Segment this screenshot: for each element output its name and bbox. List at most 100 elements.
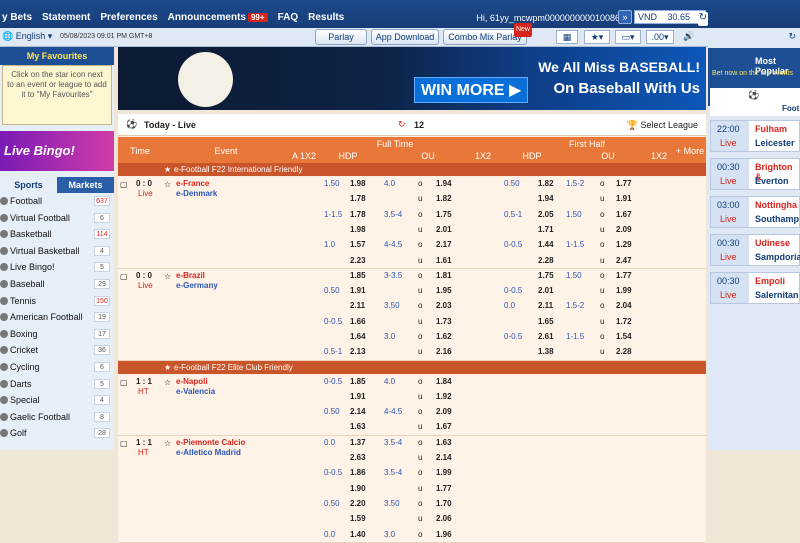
popular-game-card[interactable]: 00:30 Live Empoli Salernitan bbox=[710, 272, 800, 304]
menu-announcements[interactable]: Announcements 99+ bbox=[168, 12, 268, 23]
favourite-star-icon[interactable]: ☆ bbox=[164, 378, 171, 387]
combo-mix-parlay-button[interactable]: Combo Mix Parlay New bbox=[443, 23, 532, 45]
league-header[interactable]: ★ e-Football F22 International Friendly bbox=[118, 163, 706, 176]
odds-value[interactable]: 1.72 bbox=[616, 317, 632, 326]
odds-value[interactable]: 1.75 bbox=[436, 210, 452, 219]
win-more-button[interactable]: WIN MORE ▶ bbox=[414, 77, 529, 103]
odds-value[interactable]: 1.77 bbox=[616, 271, 632, 280]
sport-item[interactable]: Gaelic Football 8 bbox=[0, 409, 114, 426]
odds-value[interactable]: 1.77 bbox=[436, 484, 452, 493]
sport-item[interactable]: Live Bingo! 5 bbox=[0, 259, 114, 276]
odds-value[interactable]: 1.99 bbox=[616, 286, 632, 295]
odds-value[interactable]: 1.40 bbox=[350, 530, 366, 539]
odds-value[interactable]: 1.67 bbox=[436, 422, 452, 431]
menu-faq[interactable]: FAQ bbox=[278, 12, 299, 23]
odds-value[interactable]: 2.06 bbox=[436, 514, 452, 523]
odds-value[interactable]: 1.65 bbox=[538, 317, 554, 326]
sport-item[interactable]: Tennis 150 bbox=[0, 293, 114, 310]
odds-value[interactable]: 2.28 bbox=[616, 347, 632, 356]
odds-value[interactable]: 1.64 bbox=[350, 332, 366, 341]
favourite-checkbox[interactable]: ▢ bbox=[120, 378, 128, 387]
odds-value[interactable]: 2.28 bbox=[538, 256, 554, 265]
star-icon[interactable]: ★ bbox=[164, 361, 171, 374]
odds-value[interactable]: 1.62 bbox=[436, 332, 452, 341]
odds-value[interactable]: 1.73 bbox=[436, 317, 452, 326]
odds-value[interactable]: 2.13 bbox=[350, 347, 366, 356]
menu-my-bets[interactable]: y Bets bbox=[2, 12, 32, 23]
odds-value[interactable]: 1.98 bbox=[350, 179, 366, 188]
odds-value[interactable]: 1.70 bbox=[436, 499, 452, 508]
odds-value[interactable]: 1.96 bbox=[436, 530, 452, 539]
favourite-checkbox[interactable]: ▢ bbox=[120, 439, 128, 448]
refresh-icon-right[interactable]: ↻ bbox=[788, 31, 796, 42]
refresh-balance-icon[interactable]: ↻ bbox=[698, 12, 708, 26]
odds-value[interactable]: 1.61 bbox=[436, 256, 452, 265]
more-button[interactable]: + More bbox=[674, 146, 706, 156]
odds-value[interactable]: 1.78 bbox=[350, 210, 366, 219]
odds-value[interactable]: 1.99 bbox=[436, 468, 452, 477]
promo-banner[interactable]: We All Miss BASEBALL! WIN MORE ▶ On Base… bbox=[118, 47, 706, 110]
odds-value[interactable]: 1.77 bbox=[616, 179, 632, 188]
odds-value[interactable]: 2.09 bbox=[616, 225, 632, 234]
grid-icon[interactable]: ▦ bbox=[556, 30, 578, 44]
sport-item[interactable]: Virtual Football 6 bbox=[0, 210, 114, 227]
star-icon[interactable]: ★ bbox=[164, 163, 171, 176]
sport-item[interactable]: Boxing 17 bbox=[0, 326, 114, 343]
odds-value[interactable]: 1.59 bbox=[350, 514, 366, 523]
odds-value[interactable]: 2.16 bbox=[436, 347, 452, 356]
popular-game-card[interactable]: 03:00 Live Nottingha Southamp bbox=[710, 196, 800, 228]
odds-type-select[interactable]: .00▾ bbox=[646, 30, 674, 44]
odds-value[interactable]: 2.61 bbox=[538, 332, 554, 341]
live-bingo-banner[interactable]: Live Bingo! bbox=[0, 131, 114, 171]
odds-value[interactable]: 1.85 bbox=[350, 271, 366, 280]
favourite-star-icon[interactable]: ☆ bbox=[164, 272, 171, 281]
odds-value[interactable]: 1.98 bbox=[350, 225, 366, 234]
odds-value[interactable]: 1.82 bbox=[436, 194, 452, 203]
odds-value[interactable]: 1.78 bbox=[350, 194, 366, 203]
odds-value[interactable]: 2.05 bbox=[538, 210, 554, 219]
sport-item[interactable]: Cycling 6 bbox=[0, 359, 114, 376]
odds-value[interactable]: 1.81 bbox=[436, 271, 452, 280]
odds-value[interactable]: 2.04 bbox=[616, 301, 632, 310]
favourite-checkbox[interactable]: ▢ bbox=[120, 180, 128, 189]
popular-game-card[interactable]: 00:30 Live Brighton & Everton bbox=[710, 158, 800, 190]
odds-value[interactable]: 1.91 bbox=[350, 286, 366, 295]
odds-value[interactable]: 1.37 bbox=[350, 438, 366, 447]
sound-icon[interactable]: 🔊 bbox=[680, 30, 698, 44]
odds-value[interactable]: 1.38 bbox=[538, 347, 554, 356]
odds-value[interactable]: 2.17 bbox=[436, 240, 452, 249]
league-header[interactable]: ★ e-Football F22 Elite Club Friendly bbox=[118, 360, 706, 374]
sport-item[interactable]: Baseball 29 bbox=[0, 276, 114, 293]
menu-results[interactable]: Results bbox=[308, 12, 344, 23]
sport-item[interactable]: Golf 28 bbox=[0, 425, 114, 442]
odds-value[interactable]: 2.14 bbox=[350, 407, 366, 416]
odds-value[interactable]: 1.63 bbox=[350, 422, 366, 431]
odds-value[interactable]: 1.90 bbox=[350, 484, 366, 493]
odds-value[interactable]: 2.20 bbox=[350, 499, 366, 508]
favourite-star-icon[interactable]: ☆ bbox=[164, 439, 171, 448]
odds-value[interactable]: 1.44 bbox=[538, 240, 554, 249]
odds-value[interactable]: 2.11 bbox=[350, 301, 365, 310]
tab-markets[interactable]: Markets bbox=[57, 177, 114, 193]
view-icon[interactable]: ▭▾ bbox=[615, 30, 641, 44]
odds-value[interactable]: 1.29 bbox=[616, 240, 632, 249]
odds-value[interactable]: 1.82 bbox=[538, 179, 554, 188]
odds-value[interactable]: 1.94 bbox=[538, 194, 554, 203]
odds-value[interactable]: 1.66 bbox=[350, 317, 366, 326]
odds-value[interactable]: 2.14 bbox=[436, 453, 452, 462]
app-download-button[interactable]: App Download bbox=[371, 29, 439, 45]
sport-item[interactable]: Darts 5 bbox=[0, 376, 114, 393]
popular-game-card[interactable]: 00:30 Live Udinese Sampdoria bbox=[710, 234, 800, 266]
odds-value[interactable]: 1.92 bbox=[436, 392, 452, 401]
popular-game-card[interactable]: 22:00 Live Fulham Leicester bbox=[710, 120, 800, 152]
sport-item[interactable]: American Football 19 bbox=[0, 309, 114, 326]
odds-value[interactable]: 2.63 bbox=[350, 453, 366, 462]
favourite-star-icon[interactable]: ☆ bbox=[164, 180, 171, 189]
odds-value[interactable]: 2.01 bbox=[538, 286, 554, 295]
parlay-button[interactable]: Parlay bbox=[315, 29, 367, 45]
odds-value[interactable]: 1.71 bbox=[538, 225, 554, 234]
odds-value[interactable]: 1.67 bbox=[616, 210, 632, 219]
odds-value[interactable]: 1.85 bbox=[350, 377, 366, 386]
menu-preferences[interactable]: Preferences bbox=[100, 12, 157, 23]
odds-value[interactable]: 1.63 bbox=[436, 438, 452, 447]
